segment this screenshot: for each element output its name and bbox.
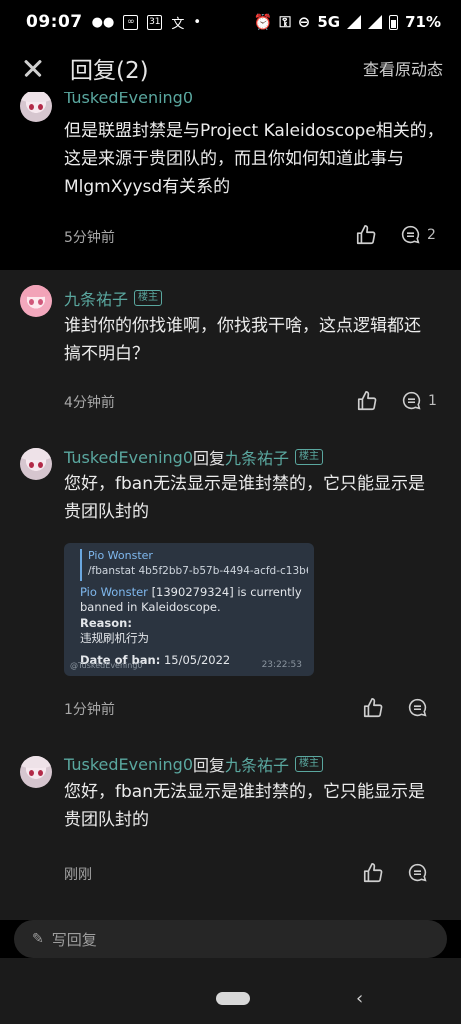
reply-line: 您好，fban无法显示是谁封禁的，它只能显示是 [64, 474, 425, 494]
divider [0, 910, 461, 920]
write-reply-input[interactable]: ✎ 写回复 [14, 920, 447, 958]
comment-time: 5分钟前 [64, 230, 115, 246]
comment-icon[interactable] [407, 697, 428, 718]
username[interactable]: TuskedEvening0 回复 九条祐子 楼主 [64, 752, 324, 776]
message-sender: Pio Wonster [80, 585, 148, 599]
status-time: 09:07 [26, 12, 83, 32]
op-badge: 楼主 [295, 449, 324, 465]
quoted-sender: Pio Wonster [88, 549, 153, 562]
signal-icon-2 [368, 15, 383, 29]
translate-icon: 文 [171, 16, 185, 32]
comment-line: MlgmXyysd有关系的 [64, 177, 231, 197]
message-line: banned in Kaleidoscope. [80, 600, 221, 614]
username-text: 九条祐子 [64, 290, 129, 309]
comment-icon [402, 391, 421, 410]
battery-level: 71% [405, 13, 441, 31]
avatar[interactable] [20, 448, 52, 480]
avatar[interactable] [20, 92, 52, 122]
status-bar: 09:07 ●● ∞ 31 文 • ⏰ ⚿ ⊖ 5G 71% [0, 0, 461, 44]
reply-to-user[interactable]: 九条祐子 [225, 445, 289, 469]
reply-line: 贵团队封的 [64, 810, 149, 830]
alarm-icon: ⏰ [253, 13, 273, 31]
username-text: TuskedEvening0 [64, 447, 193, 467]
reply-time: 刚刚 [64, 867, 92, 883]
message-time: 23:22:53 [261, 660, 302, 670]
comment-count: 2 [427, 226, 436, 243]
reply-to-user[interactable]: 九条祐子 [225, 752, 289, 776]
wechat-icon: ●● [91, 14, 115, 30]
reply-thread: TuskedEvening0 但是联盟封禁是与Project Kaleidosc… [0, 92, 461, 910]
op-badge: 楼主 [295, 756, 324, 772]
reply-time: 1分钟前 [64, 702, 115, 718]
app-notification-icon: ∞ [123, 14, 139, 30]
avatar[interactable] [20, 756, 52, 788]
home-gesture-pill[interactable] [216, 992, 250, 1005]
quoted-text: /fbanstat 4b5f2bb7-b57b-4494-acfd-c13b6a… [88, 565, 308, 577]
write-reply-placeholder: 写回复 [51, 930, 97, 949]
username[interactable]: TuskedEvening0 回复 九条祐子 楼主 [64, 445, 324, 469]
reply-line: 搞不明白？ [64, 344, 149, 364]
comment-icon [401, 225, 420, 244]
quoted-message: Pio Wonster /fbanstat 4b5f2bb7-b57b-4494… [80, 549, 308, 581]
thumbs-up-icon[interactable] [356, 390, 378, 412]
reply-body: 您好，fban无法显示是谁封禁的，它只能显示是 贵团队封的 [64, 470, 444, 526]
calendar-icon: 31 [147, 14, 163, 30]
watermark: @TuskedEvening0 [70, 661, 143, 670]
message-line: Pio Wonster [1390279324] is currently [80, 585, 308, 600]
app-bar: 回复(2) 查看原动态 [0, 44, 461, 92]
comment-body: 但是联盟封禁是与Project Kaleidoscope相关的， 这是来源于贵团… [64, 117, 444, 201]
username[interactable]: 九条祐子 楼主 [64, 286, 163, 310]
view-original-link[interactable]: 查看原动态 [363, 56, 443, 80]
comment-icon[interactable] [407, 862, 428, 883]
battery-icon [389, 14, 399, 30]
op-badge: 楼主 [134, 290, 163, 306]
username[interactable]: TuskedEvening0 [64, 92, 193, 107]
bottom-area [0, 958, 461, 1024]
reply-line: 谁封你的你找谁啊，你找我干啥，这点逻辑都还 [64, 316, 421, 336]
thumbs-up-icon[interactable] [362, 862, 384, 884]
back-chevron-icon[interactable]: ‹ [356, 988, 363, 1009]
thumbs-up-icon[interactable] [355, 224, 377, 246]
reply-word: 回复 [193, 449, 226, 468]
username-text: TuskedEvening0 [64, 92, 193, 107]
attached-image[interactable]: Pio Wonster /fbanstat 4b5f2bb7-b57b-4494… [64, 543, 314, 676]
date-value: 15/05/2022 [163, 653, 231, 667]
close-icon[interactable] [20, 55, 46, 81]
reply-line: 贵团队封的 [64, 502, 149, 522]
comment-button[interactable]: 1 [401, 390, 437, 411]
do-not-disturb-icon: ⊖ [297, 13, 311, 31]
pencil-icon: ✎ [32, 931, 44, 947]
comment-line: 这是来源于贵团队的，而且你如何知道此事与 [64, 149, 404, 169]
avatar[interactable] [20, 285, 52, 317]
page-title: 回复(2) [70, 58, 149, 84]
comment-button[interactable]: 2 [400, 224, 436, 245]
comment-count: 1 [428, 392, 437, 409]
username-text: TuskedEvening0 [64, 754, 193, 774]
reply-time: 4分钟前 [64, 395, 115, 411]
signal-icon [347, 15, 362, 29]
reason-value: 违规刷机行为 [80, 631, 149, 645]
root-comment: TuskedEvening0 但是联盟封禁是与Project Kaleidosc… [0, 92, 461, 270]
thumbs-up-icon[interactable] [362, 697, 384, 719]
message-text: [1390279324] is currently [151, 585, 302, 599]
more-notifications-dot-icon: • [193, 14, 201, 30]
replies-list: 九条祐子 楼主 谁封你的你找谁啊，你找我干啥，这点逻辑都还 搞不明白？ 4分钟前… [0, 270, 461, 910]
reason-label: Reason: [80, 616, 132, 630]
reply-line: 您好，fban无法显示是谁封禁的，它只能显示是 [64, 782, 425, 802]
key-icon: ⚿ [279, 13, 291, 31]
reply-word: 回复 [193, 756, 226, 775]
reply-body: 谁封你的你找谁啊，你找我干啥，这点逻辑都还 搞不明白？ [64, 312, 444, 368]
reply-body: 您好，fban无法显示是谁封禁的，它只能显示是 贵团队封的 [64, 778, 444, 834]
network-type: 5G [317, 13, 341, 31]
comment-line: 但是联盟封禁是与Project Kaleidoscope相关的， [64, 121, 444, 141]
